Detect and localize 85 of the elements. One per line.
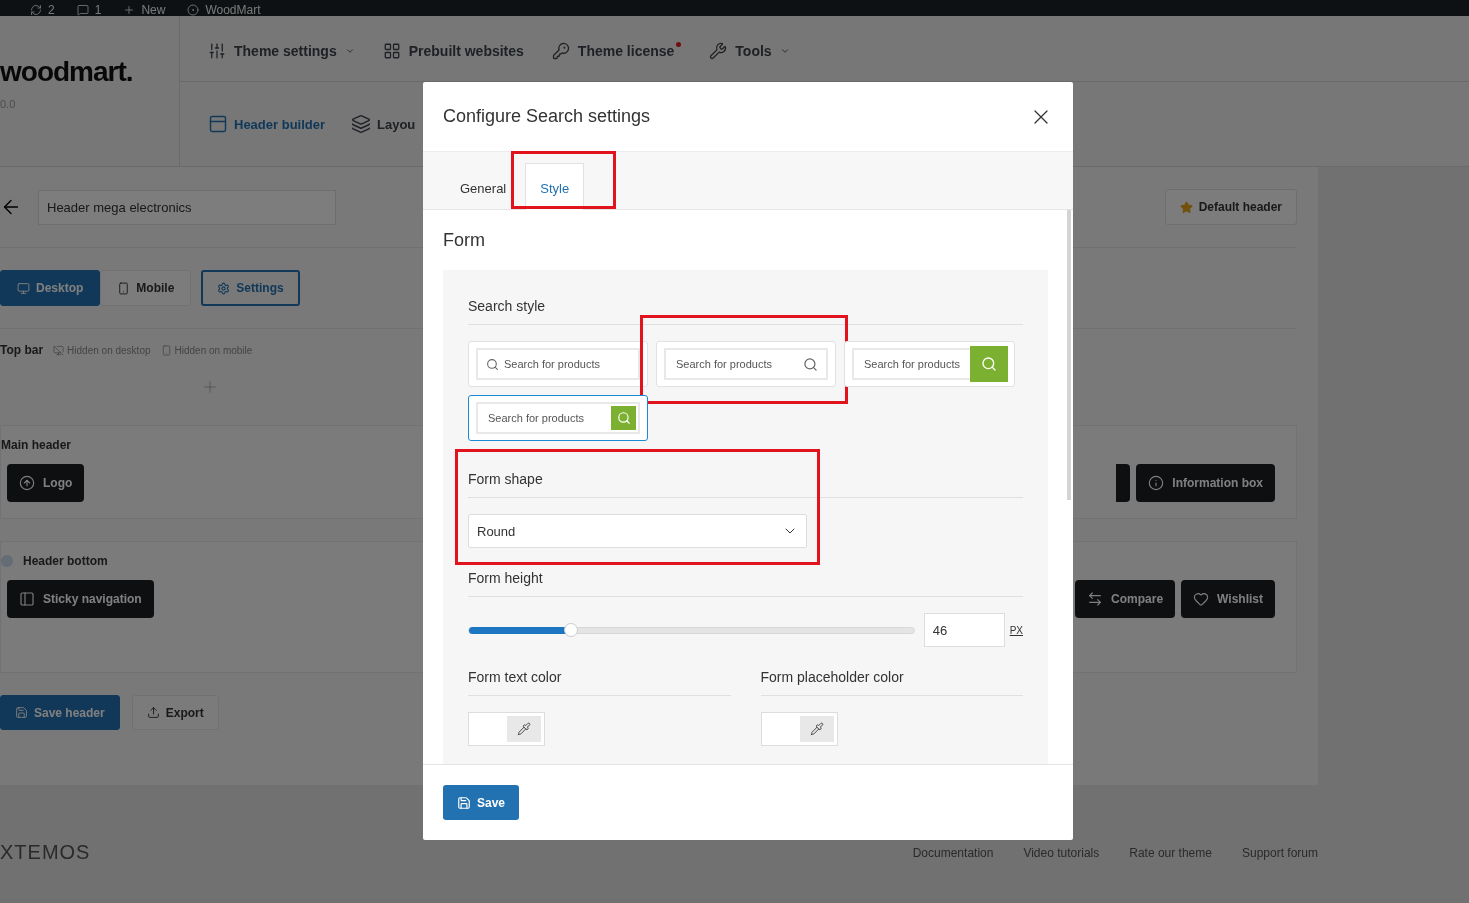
phone-icon xyxy=(160,344,172,356)
search-style-option[interactable]: Search for products xyxy=(468,341,648,387)
field-label: Form text color xyxy=(468,669,731,696)
row-title: Header bottom xyxy=(23,554,108,568)
save-button[interactable]: Save xyxy=(443,785,520,820)
tab[interactable]: General xyxy=(451,163,516,210)
header-name-field[interactable]: Header mega electronics xyxy=(38,189,336,225)
form-shape-select[interactable]: Round xyxy=(468,514,807,548)
admin-bar-item[interactable]: 1 xyxy=(76,4,102,16)
nav-item[interactable]: Theme license xyxy=(551,37,682,60)
eyedropper-icon[interactable] xyxy=(507,716,541,742)
search-icon xyxy=(803,356,818,372)
search-icon xyxy=(611,406,636,430)
header-element[interactable]: Wishlist xyxy=(1181,580,1275,618)
settings-icon xyxy=(217,281,231,295)
panel-icon xyxy=(208,114,228,134)
sliders-icon xyxy=(208,41,226,60)
arrow-circle-icon xyxy=(19,475,35,491)
action-button[interactable]: Export xyxy=(131,695,219,730)
field-label: Form shape xyxy=(468,471,1023,498)
unit-link[interactable]: PX xyxy=(1009,624,1023,636)
search-placeholder: Search for products xyxy=(488,412,585,424)
section-title: Form xyxy=(443,230,486,251)
nav-item[interactable]: Prebuilt websites xyxy=(382,37,524,60)
info-icon xyxy=(1148,475,1165,491)
search-icon xyxy=(970,346,1008,382)
footer-link[interactable]: Support forum xyxy=(1241,845,1318,860)
field-label: Form placeholder color xyxy=(760,669,1023,696)
height-input[interactable]: 46 xyxy=(923,613,1005,647)
tab[interactable]: Style xyxy=(525,163,585,210)
sub-nav-tab[interactable]: Header builder xyxy=(208,114,326,134)
save-icon xyxy=(457,795,471,810)
nav-item[interactable]: Theme settings xyxy=(208,37,355,60)
search-icon xyxy=(486,357,499,371)
footer-link[interactable]: Rate our theme xyxy=(1129,845,1212,860)
star-icon xyxy=(1179,200,1193,214)
action-button[interactable]: Save header xyxy=(0,695,120,730)
color-picker[interactable] xyxy=(760,712,838,746)
header-element[interactable]: Sticky navigation xyxy=(7,580,154,618)
arrows-icon xyxy=(1087,591,1104,607)
slider-track[interactable] xyxy=(468,626,915,634)
slider-thumb[interactable] xyxy=(564,623,579,637)
field-label: Search style xyxy=(468,298,1023,325)
header-element[interactable]: Information box xyxy=(1136,464,1275,502)
footer-link[interactable]: Video tutorials xyxy=(1023,845,1100,860)
monitor-icon xyxy=(17,281,30,295)
upload-icon xyxy=(146,706,160,719)
monitor-off-icon xyxy=(53,344,65,356)
wrench-icon xyxy=(709,41,728,60)
panel-icon xyxy=(19,591,35,607)
search-style-option[interactable]: Search for products xyxy=(656,341,836,387)
footer-logo: XTEMOS xyxy=(0,841,91,864)
layers-icon xyxy=(351,114,372,134)
admin-bar-item[interactable]: New xyxy=(123,4,166,16)
search-style-option[interactable]: Search for products xyxy=(468,395,648,441)
header-element[interactable]: Logo xyxy=(7,464,85,502)
grid-icon xyxy=(382,41,401,60)
footer-link[interactable]: Documentation xyxy=(912,845,994,860)
modal-title: Configure Search settings xyxy=(443,106,651,127)
row-title: Top bar xyxy=(0,343,44,357)
save-icon xyxy=(15,706,28,719)
phone-icon xyxy=(117,281,131,295)
plus-icon xyxy=(123,4,136,16)
admin-bar-item[interactable]: WoodMart xyxy=(187,4,261,16)
device-tab[interactable]: Desktop xyxy=(0,270,101,306)
device-tab[interactable]: Mobile xyxy=(100,270,192,306)
admin-bar-item[interactable]: 2 xyxy=(30,4,55,16)
header-element[interactable] xyxy=(1116,464,1131,502)
heart-icon xyxy=(1193,591,1210,607)
key-icon xyxy=(551,41,570,60)
search-placeholder: Search for products xyxy=(676,358,773,370)
nav-item[interactable]: Tools xyxy=(709,37,790,60)
scrollbar[interactable] xyxy=(1067,210,1071,500)
eyedropper-icon[interactable] xyxy=(799,716,834,742)
settings-button[interactable]: Settings xyxy=(201,270,300,306)
field-label: Form height xyxy=(468,570,1023,597)
row-title: Main header xyxy=(1,438,72,452)
color-picker[interactable] xyxy=(468,712,545,746)
sub-nav-tab[interactable]: Layou xyxy=(351,114,416,134)
header-element[interactable]: Compare xyxy=(1075,580,1176,618)
search-style-option[interactable]: Search for products xyxy=(844,341,1015,387)
logo: woodmart. xyxy=(0,56,134,88)
default-header-button[interactable]: Default header xyxy=(1164,189,1297,225)
search-placeholder: Search for products xyxy=(864,358,961,370)
search-placeholder: Search for products xyxy=(504,358,601,370)
